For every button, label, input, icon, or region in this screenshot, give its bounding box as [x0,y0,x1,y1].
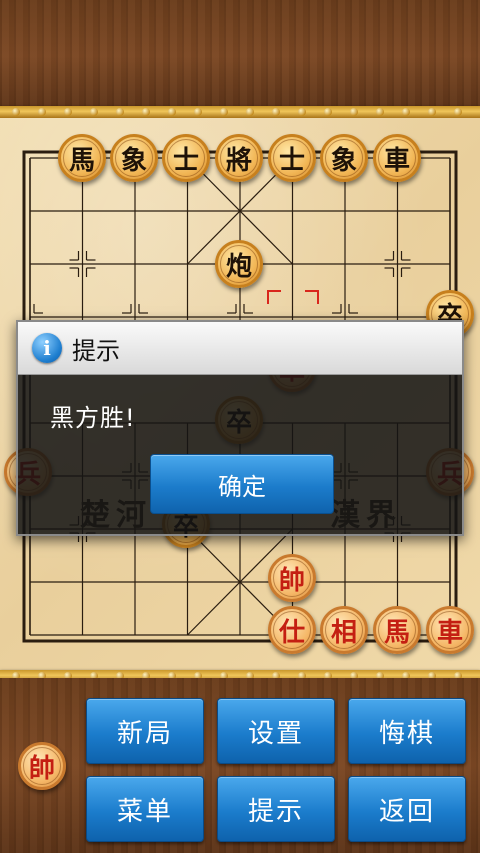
dialog-message: 黑方胜! [50,404,136,432]
piece-r-chariot-r[interactable]: 車 [426,606,474,654]
piece-b-elephant-r[interactable]: 象 [320,134,368,182]
piece-label: 象 [325,139,363,177]
rail-stud [142,108,150,116]
piece-label: 馬 [63,139,101,177]
rail-stud [272,108,280,116]
piece-b-elephant-l[interactable]: 象 [110,134,158,182]
piece-label: 象 [115,139,153,177]
piece-label: 相 [325,611,363,649]
rail-stud [38,108,46,116]
piece-label: 仕 [273,611,311,649]
result-dialog: i 提示 黑方胜! 确定 [16,320,464,536]
piece-r-horse[interactable]: 馬 [373,606,421,654]
top-wood-frame [0,0,480,112]
piece-b-advisor-l[interactable]: 士 [162,134,210,182]
hint-button[interactable]: 提示 [217,776,335,842]
rail-stud [324,108,332,116]
dialog-header: i 提示 [18,322,462,375]
turn-indicator-piece: 帥 [18,742,66,790]
top-rail [0,106,480,118]
settings-button[interactable]: 设置 [217,698,335,764]
confirm-button[interactable]: 确定 [150,454,334,514]
rail-stud [246,108,254,116]
rail-stud [298,108,306,116]
rail-stud [350,108,358,116]
undo-button[interactable]: 悔棋 [348,698,466,764]
piece-label: 帥 [273,559,311,597]
rail-stud [12,108,20,116]
piece-b-advisor-r[interactable]: 士 [268,134,316,182]
menu-button[interactable]: 菜单 [86,776,204,842]
rail-stud [168,108,176,116]
rail-stud [376,108,384,116]
new-game-button[interactable]: 新局 [86,698,204,764]
piece-label: 馬 [378,611,416,649]
piece-b-cannon[interactable]: 炮 [215,240,263,288]
dialog-title: 提示 [72,336,120,365]
rail-stud [454,108,462,116]
piece-r-general[interactable]: 帥 [268,554,316,602]
info-icon: i [32,333,62,363]
piece-b-chariot-r[interactable]: 車 [373,134,421,182]
rail-stud [90,108,98,116]
rail-stud [402,108,410,116]
piece-label: 將 [220,139,258,177]
rail-stud [116,108,124,116]
rail-stud [64,108,72,116]
piece-b-general[interactable]: 將 [215,134,263,182]
back-button[interactable]: 返回 [348,776,466,842]
piece-r-elephant[interactable]: 相 [320,606,368,654]
piece-label: 車 [431,611,469,649]
rail-stud [428,108,436,116]
piece-label: 車 [378,139,416,177]
turn-indicator-label: 帥 [23,747,61,785]
piece-b-horse-l[interactable]: 馬 [58,134,106,182]
rail-stud [194,108,202,116]
piece-label: 炮 [220,245,258,283]
rail-stud [220,108,228,116]
last-move-marker [305,290,319,304]
last-move-marker [267,290,281,304]
piece-label: 士 [273,139,311,177]
piece-label: 士 [167,139,205,177]
piece-r-advisor[interactable]: 仕 [268,606,316,654]
